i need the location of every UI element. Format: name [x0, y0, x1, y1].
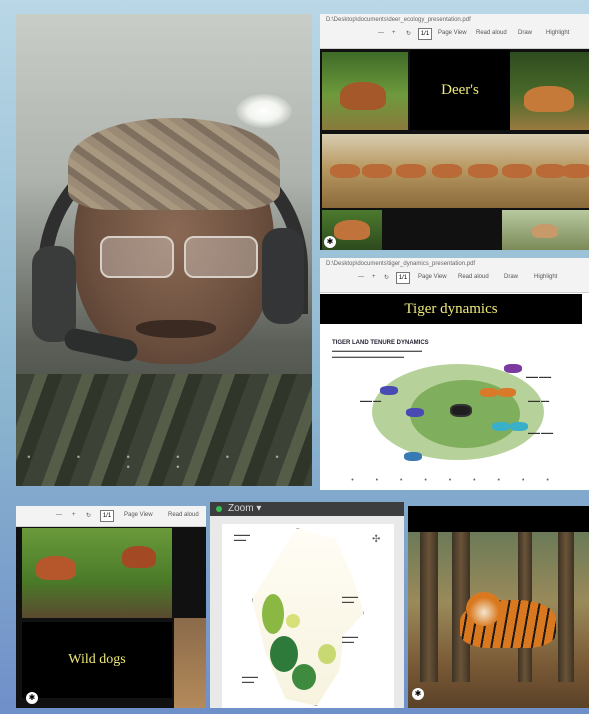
- map-legend-label: ▬▬▬▬ ▬▬▬: [234, 532, 250, 542]
- presenter-video-tile[interactable]: • • • • • • • •: [16, 14, 312, 486]
- zoom-app-label: Zoom: [228, 503, 254, 514]
- zoom-in-icon[interactable]: +: [392, 30, 396, 36]
- zoom-in-icon[interactable]: +: [372, 274, 376, 280]
- read-aloud-button[interactable]: Read aloud: [458, 274, 489, 280]
- stag-photo: [322, 52, 408, 130]
- file-path: D:\Desktop\documents\deer_ecology_presen…: [326, 17, 471, 23]
- slide-title: Tiger dynamics: [320, 294, 582, 324]
- next-slide-preview: [174, 618, 206, 708]
- tiger-figure-icon: [380, 386, 398, 395]
- map-legend-label: ▬▬▬▬ ▬▬▬: [342, 634, 358, 644]
- zoom-out-icon[interactable]: —: [56, 512, 62, 518]
- page-view-button[interactable]: Page View: [438, 30, 467, 36]
- forest-patch: [286, 614, 300, 628]
- tiger-figure-icon: [406, 408, 424, 417]
- tiger-figure-icon: [510, 422, 528, 431]
- sambar-photo: [510, 52, 589, 130]
- fawn-photo: [502, 210, 589, 250]
- page-number-box[interactable]: 1/1: [100, 510, 114, 522]
- diagram-label: ▬▬▬ ▬▬: [528, 398, 550, 403]
- video-page-dots: • • • • • • • •: [27, 452, 301, 472]
- pdf-toolbar: D:\Desktop\documents\tiger_dynamics_pres…: [320, 258, 589, 293]
- read-aloud-button[interactable]: Read aloud: [476, 30, 507, 36]
- page-number-box[interactable]: 1/1: [396, 272, 410, 284]
- diagram-label: ▬▬▬ ▬▬: [360, 398, 382, 403]
- paw-logo-icon: ✱: [26, 692, 38, 704]
- map-legend-label: ▬▬▬▬ ▬▬▬: [242, 674, 258, 684]
- paw-logo-icon: ✱: [412, 688, 424, 700]
- resident-tiger-icon: [450, 404, 472, 417]
- deer-herd-photo: [322, 134, 589, 208]
- forest-map: ▬▬▬▬ ▬▬▬ ▬▬▬▬ ▬▬▬ ▬▬▬▬ ▬▬▬ ▬▬▬▬ ▬▬▬ ✣: [222, 524, 394, 708]
- page-number-box[interactable]: 1/1: [418, 28, 432, 40]
- tiger-photo: [408, 532, 589, 708]
- map-legend-label: ▬▬▬▬ ▬▬▬: [342, 594, 358, 604]
- tiger-figure-icon: [480, 388, 498, 397]
- dholes-photo: [22, 528, 172, 618]
- forest-patch: [318, 644, 336, 664]
- read-aloud-button[interactable]: Read aloud: [168, 512, 199, 518]
- diagram-label: ▬▬▬ ▬▬▬: [528, 430, 554, 435]
- paw-logo-icon: ✱: [324, 236, 336, 248]
- rotate-icon[interactable]: ↻: [384, 274, 389, 281]
- diagram-heading: TIGER LAND TENURE DYNAMICS: [332, 340, 429, 346]
- headset-earcup-right: [262, 228, 304, 324]
- tiger-figure-icon: [404, 452, 422, 461]
- file-path: D:\Desktop\documents\tiger_dynamics_pres…: [326, 261, 476, 267]
- draw-button[interactable]: Draw: [518, 30, 532, 36]
- slide-page-dots: • • • • • • • • •: [351, 477, 559, 484]
- compass-icon: ✣: [372, 534, 381, 545]
- zoom-in-icon[interactable]: +: [72, 512, 76, 518]
- tiger-dynamics-slide-tile[interactable]: D:\Desktop\documents\tiger_dynamics_pres…: [320, 258, 589, 490]
- forest-patch: [262, 594, 284, 634]
- highlight-button[interactable]: Highlight: [546, 30, 569, 36]
- zoom-out-icon[interactable]: —: [378, 30, 384, 36]
- zoom-status-icon: [216, 506, 222, 512]
- page-view-button[interactable]: Page View: [124, 512, 153, 518]
- wild-dogs-slide-tile[interactable]: — + ↻ 1/1 Page View Read aloud Wild dogs…: [16, 506, 206, 708]
- presenter-glasses: [100, 236, 260, 278]
- tiger-head: [466, 592, 502, 626]
- rotate-icon[interactable]: ↻: [86, 512, 91, 519]
- presenter-cap: [68, 118, 280, 210]
- tiger-figure-icon: [492, 422, 510, 431]
- zoom-window-tile[interactable]: Zoom ▾ ▬▬▬▬ ▬▬▬ ▬▬▬▬ ▬▬▬ ▬▬▬▬ ▬▬▬ ▬▬▬▬ ▬▬▬ ✣: [210, 502, 404, 708]
- forest-patch: [270, 636, 298, 672]
- forest-patch: [292, 664, 316, 690]
- diagram-note: ▬▬▬▬▬▬▬▬▬▬▬▬▬▬▬▬▬▬▬▬ ▬▬▬▬▬▬▬▬▬▬▬▬▬▬▬▬: [332, 348, 422, 359]
- zoom-out-icon[interactable]: —: [358, 274, 364, 280]
- draw-button[interactable]: Draw: [504, 274, 518, 280]
- rotate-icon[interactable]: ↻: [406, 30, 411, 37]
- presenter-mustache: [136, 320, 216, 338]
- deer-slide-tile[interactable]: D:\Desktop\documents\deer_ecology_presen…: [320, 14, 589, 250]
- tree-trunk: [420, 532, 438, 682]
- pdf-toolbar: — + ↻ 1/1 Page View Read aloud: [16, 506, 206, 527]
- diagram-label: ▬▬▬ ▬▬▬: [526, 374, 552, 379]
- chevron-down-icon[interactable]: ▾: [256, 503, 261, 514]
- highlight-button[interactable]: Highlight: [534, 274, 557, 280]
- slide-title: Deer's: [410, 50, 510, 130]
- tiger-photo-tile[interactable]: ✱: [408, 506, 589, 708]
- tiger-figure-icon: [504, 364, 522, 373]
- slide-title: Wild dogs: [22, 622, 172, 698]
- ceiling-light: [236, 94, 292, 128]
- page-view-button[interactable]: Page View: [418, 274, 447, 280]
- tiger-figure-icon: [498, 388, 516, 397]
- tree-trunk: [558, 532, 574, 682]
- headset-earcup-left: [32, 246, 76, 342]
- zoom-title-bar: Zoom ▾: [210, 502, 404, 516]
- pdf-toolbar: D:\Desktop\documents\deer_ecology_presen…: [320, 14, 589, 49]
